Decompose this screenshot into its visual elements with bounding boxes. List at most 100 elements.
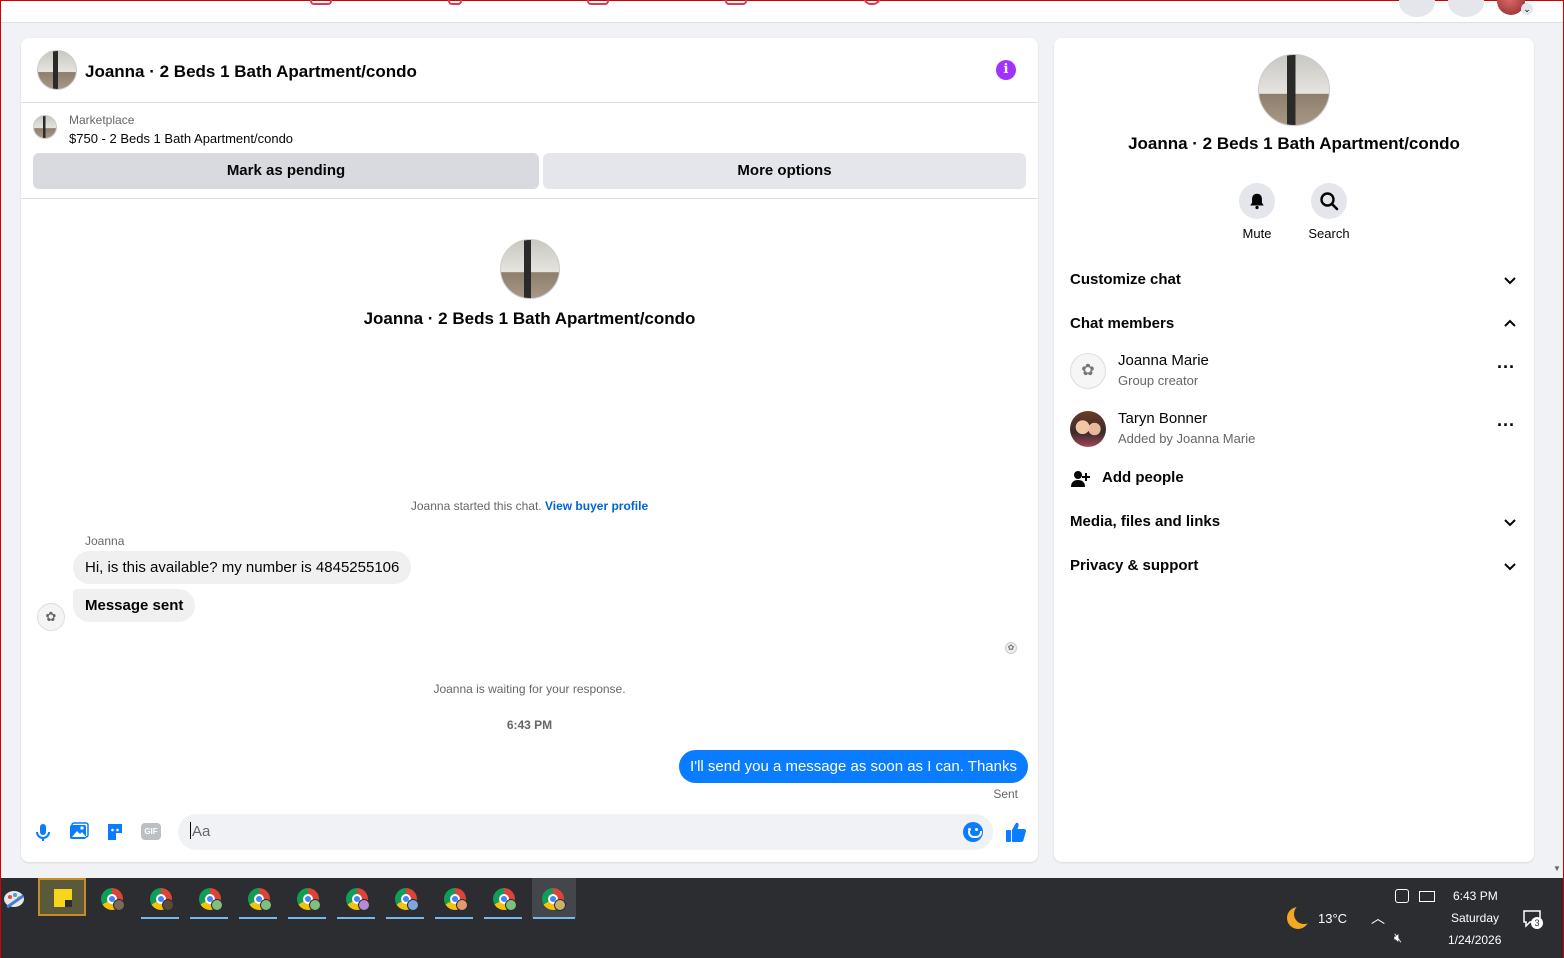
incoming-message[interactable]: Hi, is this available? my number is 4845… [73, 551, 412, 584]
sticker-icon[interactable] [105, 822, 125, 842]
add-person-icon [1071, 471, 1090, 487]
nav-icon[interactable] [725, 0, 747, 5]
started-text: Joanna started this chat. [410, 499, 542, 513]
member-avatar [1070, 411, 1106, 447]
listing-avatar[interactable] [37, 50, 77, 90]
member-name: Joanna Marie [1118, 352, 1209, 369]
chevron-down-icon [1504, 277, 1516, 285]
chrome-icon[interactable] [385, 878, 425, 919]
listing-source: Marketplace [69, 113, 135, 127]
chrome-icon[interactable] [238, 878, 278, 919]
member-name: Taryn Bonner [1118, 410, 1208, 427]
member-role: Added by Joanna Marie [1118, 431, 1256, 446]
media-files-links-row[interactable]: Media, files and links [1070, 507, 1518, 537]
more-icon[interactable]: ··· [1494, 416, 1518, 441]
chat-header: Joanna · 2 Beds 1 Bath Apartment/condo i [21, 38, 1038, 103]
search-icon [1320, 192, 1339, 211]
paint-app-icon[interactable] [3, 886, 27, 910]
sender-avatar[interactable]: ✿ [37, 603, 65, 631]
bell-icon [1250, 193, 1264, 210]
outgoing-message[interactable]: I'll send you a message as soon as I can… [679, 750, 1028, 783]
thumbs-up-icon[interactable] [1005, 821, 1027, 843]
member-role: Group creator [1118, 373, 1199, 388]
facebook-top-bar: ⌄ [1, 0, 1563, 23]
chevron-down-icon [1504, 519, 1516, 527]
listing-actions: Mark as pending More options [33, 153, 1026, 189]
notification-count: 3 [1531, 917, 1543, 929]
chrome-icon[interactable] [336, 878, 376, 919]
message-status: Sent [993, 787, 1018, 801]
mute-button[interactable]: Mute [1227, 183, 1287, 241]
image-icon[interactable] [69, 822, 89, 842]
chrome-icon[interactable] [287, 878, 327, 919]
clock-day[interactable]: Saturday [1451, 911, 1499, 925]
nav-icon[interactable] [448, 0, 462, 5]
member-item[interactable]: ✿ Joanna Marie Group creator ··· [1070, 349, 1518, 393]
meet-icon[interactable] [1395, 889, 1409, 903]
chrome-icon[interactable] [140, 878, 180, 919]
chevron-down-icon[interactable]: ⌄ [1521, 3, 1533, 15]
chrome-icon[interactable] [434, 878, 474, 919]
privacy-support-row[interactable]: Privacy & support [1070, 551, 1518, 581]
chrome-icon[interactable] [189, 878, 229, 919]
chat-members-row[interactable]: Chat members [1070, 309, 1518, 339]
privacy-support-label: Privacy & support [1070, 557, 1199, 574]
emoji-icon[interactable] [963, 822, 983, 842]
member-item[interactable]: Taryn Bonner Added by Joanna Marie ··· [1070, 407, 1518, 451]
clock-date[interactable]: 1/24/2026 [1448, 933, 1501, 947]
listing-thumbnail [33, 115, 57, 139]
input-placeholder: Aa [192, 823, 211, 840]
chevron-up-icon[interactable]: ︿ [1371, 908, 1385, 928]
add-people-button[interactable]: Add people [1070, 464, 1518, 494]
chat-panel: Joanna · 2 Beds 1 Bath Apartment/condo i… [21, 38, 1038, 862]
mic-icon[interactable] [33, 822, 53, 842]
volume-muted-icon[interactable]: 🔇︎ [1394, 930, 1402, 946]
chevron-down-icon [1504, 563, 1516, 571]
moon-icon[interactable] [1287, 904, 1314, 929]
notifications-icon[interactable] [1448, 0, 1484, 17]
sticky-notes-icon[interactable] [38, 878, 86, 916]
customize-chat-label: Customize chat [1070, 271, 1181, 288]
chrome-icon[interactable] [483, 878, 523, 919]
mark-as-pending-button[interactable]: Mark as pending [33, 153, 539, 189]
nav-icon[interactable] [587, 0, 609, 5]
profile-name: Joanna · 2 Beds 1 Bath Apartment/condo [363, 309, 696, 328]
conversation-avatar[interactable] [1258, 54, 1330, 126]
temperature[interactable]: 13°C [1318, 911, 1347, 926]
sender-name: Joanna [85, 534, 125, 548]
notification-icon[interactable]: 3 [1522, 908, 1544, 930]
chat-info-panel: Joanna · 2 Beds 1 Bath Apartment/condo M… [1054, 38, 1534, 862]
customize-chat-row[interactable]: Customize chat [1070, 265, 1518, 295]
divider [21, 198, 1038, 199]
add-people-label: Add people [1102, 469, 1184, 486]
profile-avatar[interactable] [499, 239, 560, 299]
view-buyer-profile-link[interactable]: View buyer profile [545, 499, 648, 513]
chrome-icon[interactable] [532, 878, 576, 919]
chevron-up-icon [1504, 319, 1516, 327]
gif-icon[interactable]: GIF [141, 823, 161, 840]
message-input[interactable]: Aa [178, 814, 993, 850]
incoming-message[interactable]: Message sent [73, 589, 196, 622]
more-options-button[interactable]: More options [543, 153, 1026, 189]
chat-title: Joanna · 2 Beds 1 Bath Apartment/condo [85, 62, 417, 81]
network-icon[interactable] [1419, 891, 1435, 902]
nav-icon[interactable] [863, 0, 881, 5]
more-icon[interactable]: ··· [1494, 358, 1518, 383]
clock-time[interactable]: 6:43 PM [1453, 889, 1498, 903]
chat-members-label: Chat members [1070, 315, 1175, 332]
chrome-icon[interactable] [91, 878, 131, 918]
search-label: Search [1308, 226, 1350, 241]
info-icon[interactable]: i [996, 60, 1016, 80]
nav-icon[interactable] [310, 0, 332, 5]
media-files-links-label: Media, files and links [1070, 513, 1221, 530]
conversation-profile: Joanna · 2 Beds 1 Bath Apartment/condo [21, 239, 1038, 329]
chat-started-notice: Joanna started this chat. View buyer pro… [21, 499, 1038, 513]
scrollbar-down-arrow[interactable]: ▼ [1550, 864, 1564, 876]
seen-indicator: ✿ [1005, 642, 1017, 654]
waiting-notice: Joanna is waiting for your response. [433, 682, 626, 696]
message-timestamp: 6:43 PM [506, 718, 553, 732]
message-composer: GIF Aa [21, 814, 1038, 850]
search-button[interactable]: Search [1299, 183, 1359, 241]
menu-icon[interactable] [1399, 0, 1435, 17]
listing-title: $750 - 2 Beds 1 Bath Apartment/condo [69, 131, 294, 146]
